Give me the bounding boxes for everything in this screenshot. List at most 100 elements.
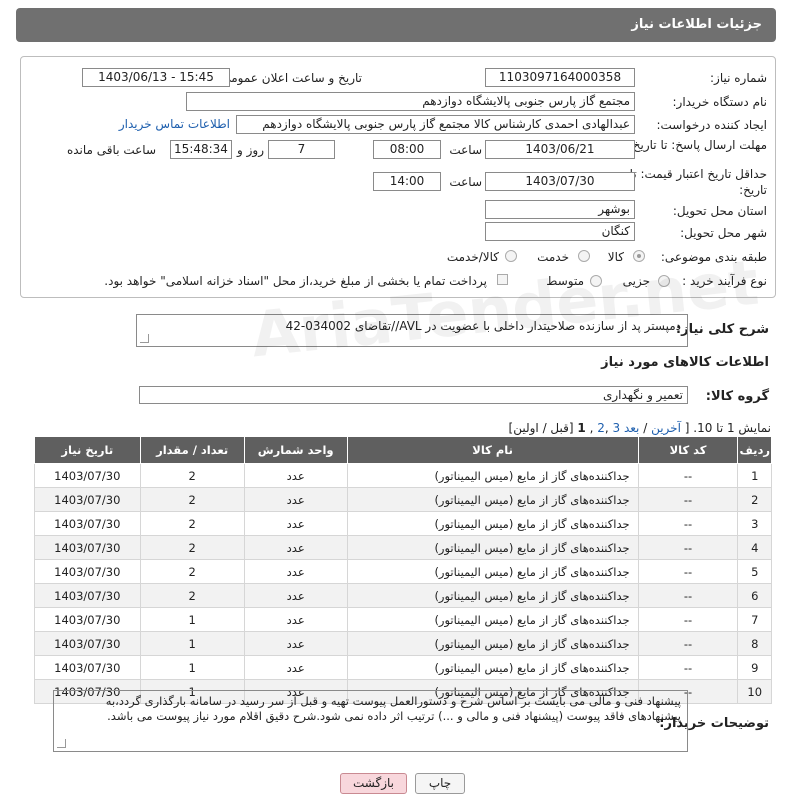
cell-qty: 2 (139, 463, 245, 488)
buyer-contact-link[interactable]: اطلاعات تماس خریدار (119, 117, 230, 131)
page-header: جزئیات اطلاعات نیاز (16, 8, 776, 42)
table-header-row: ردیف کد کالا نام کالا واحد شمارش تعداد /… (34, 436, 772, 464)
back-button[interactable]: بازگشت (340, 773, 407, 794)
cell-code: -- (637, 511, 739, 536)
resize-grip-icon[interactable] (57, 739, 66, 748)
category-service-label: خدمت (537, 250, 569, 264)
col-unit-header: واحد شمارش (243, 436, 348, 464)
announce-field: 1403/06/13 - 15:45 (82, 68, 230, 87)
cell-name: جداکننده‌های گاز از مایع (میس الیمیناتور… (346, 631, 639, 656)
table-row: 7 -- جداکننده‌های گاز از مایع (میس الیمینا… (34, 607, 772, 632)
cell-code: -- (637, 655, 739, 680)
validity-time-label: ساعت (449, 175, 482, 189)
cell-name: جداکننده‌های گاز از مایع (میس الیمیناتور… (346, 559, 639, 584)
cell-qty: 2 (139, 535, 245, 560)
col-date-header: تاریخ نیاز (34, 436, 141, 464)
cell-qty: 2 (139, 559, 245, 584)
pagination-last-link[interactable]: آخرین (651, 421, 681, 435)
cell-name: جداکننده‌های گاز از مایع (میس الیمیناتور… (346, 583, 639, 608)
description-text: دمپستر پد از سازنده صلاحیتدار داخلی با ع… (285, 319, 681, 333)
col-qty-header: تعداد / مقدار (139, 436, 245, 464)
cell-unit: عدد (243, 655, 348, 680)
cell-code: -- (637, 583, 739, 608)
buyer-org-field: مجتمع گاز پارس جنوبی پالایشگاه دوازدهم (186, 92, 635, 111)
process-label: نوع فرآیند خرید : (682, 274, 767, 288)
cell-unit: عدد (243, 583, 348, 608)
city-label: شهر محل تحویل: (680, 226, 767, 240)
category-service-radio[interactable] (578, 250, 590, 262)
goods-section-title: اطلاعات کالاهای مورد نیاز (601, 355, 769, 370)
deadline-label: مهلت ارسال پاسخ: تا تاریخ: (628, 138, 767, 152)
cell-row: 10 (737, 679, 772, 704)
cell-name: جداکننده‌های گاز از مایع (میس الیمیناتور… (346, 511, 639, 536)
category-goods-radio[interactable] (633, 250, 645, 262)
cell-qty: 2 (139, 487, 245, 512)
pagination-next-link[interactable]: بعد (624, 421, 639, 435)
table-row: 5 -- جداکننده‌های گاز از مایع (میس الیمینا… (34, 559, 772, 584)
process-medium-radio[interactable] (590, 275, 602, 287)
cell-row: 7 (737, 607, 772, 632)
deadline-date-field: 1403/06/21 (485, 140, 635, 159)
cell-code: -- (637, 463, 739, 488)
days-label: روز و (237, 143, 264, 157)
cell-date: 1403/07/30 (34, 655, 141, 680)
cell-date: 1403/07/30 (34, 511, 141, 536)
cell-unit: عدد (243, 463, 348, 488)
cell-date: 1403/07/30 (34, 583, 141, 608)
pagination: نمایش 1 تا 10. [ آخرین / بعد 3 ,2 , 1 [ق… (508, 421, 771, 435)
remaining-label: ساعت باقی مانده (66, 143, 156, 157)
goods-group-label: گروه کالا: (705, 389, 769, 404)
goods-table: ردیف کد کالا نام کالا واحد شمارش تعداد /… (34, 436, 772, 704)
col-code-header: کد کالا (637, 436, 739, 464)
cell-unit: عدد (243, 559, 348, 584)
cell-date: 1403/07/30 (34, 535, 141, 560)
table-row: 4 -- جداکننده‌های گاز از مایع (میس الیمینا… (34, 535, 772, 560)
cell-row: 3 (737, 511, 772, 536)
cell-row: 2 (737, 487, 772, 512)
description-label: شرح کلی نیاز: (675, 322, 769, 337)
process-partial-radio[interactable] (658, 275, 670, 287)
treasury-payment-checkbox[interactable] (497, 274, 508, 285)
validity-date-field: 1403/07/30 (485, 172, 635, 191)
cell-unit: عدد (243, 487, 348, 512)
buyer-notes-text: پیشنهاد فنی و مالی می بایست بر اساس شرح … (105, 694, 681, 723)
table-row: 3 -- جداکننده‌های گاز از مایع (میس الیمینا… (34, 511, 772, 536)
cell-name: جداکننده‌های گاز از مایع (میس الیمیناتور… (346, 463, 639, 488)
cell-code: -- (637, 487, 739, 512)
process-partial-label: جزیی (622, 274, 650, 288)
pagination-tail: [قبل / اولین] (508, 421, 574, 435)
table-row: 9 -- جداکننده‌های گاز از مایع (میس الیمینا… (34, 655, 772, 680)
city-field: کنگان (485, 222, 635, 241)
cell-qty: 1 (139, 631, 245, 656)
cell-name: جداکننده‌های گاز از مایع (میس الیمیناتور… (346, 535, 639, 560)
cell-qty: 1 (139, 607, 245, 632)
cell-code: -- (637, 607, 739, 632)
cell-unit: عدد (243, 607, 348, 632)
cell-date: 1403/07/30 (34, 607, 141, 632)
print-button[interactable]: چاپ (415, 773, 465, 794)
table-row: 1 -- جداکننده‌های گاز از مایع (میس الیمینا… (34, 463, 772, 488)
need-number-label: شماره نیاز: (710, 71, 767, 85)
pagination-prefix: نمایش 1 تا 10. [ (684, 421, 771, 435)
cell-unit: عدد (243, 535, 348, 560)
cell-name: جداکننده‌های گاز از مایع (میس الیمیناتور… (346, 487, 639, 512)
category-goods-service-label: کالا/خدمت (446, 250, 499, 264)
col-row-header: ردیف (737, 436, 772, 464)
table-row: 6 -- جداکننده‌های گاز از مایع (میس الیمینا… (34, 583, 772, 608)
buyer-notes-field: پیشنهاد فنی و مالی می بایست بر اساس شرح … (53, 690, 688, 752)
pagination-page3-link[interactable]: 3 (612, 421, 620, 435)
cell-date: 1403/07/30 (34, 463, 141, 488)
pagination-page2-link[interactable]: 2 (597, 421, 605, 435)
cell-date: 1403/07/30 (34, 487, 141, 512)
validity-label: حداقل تاریخ اعتبار قیمت: تا تاریخ: (629, 167, 767, 197)
cell-code: -- (637, 535, 739, 560)
cell-row: 6 (737, 583, 772, 608)
resize-grip-icon[interactable] (140, 334, 149, 343)
cell-date: 1403/07/30 (34, 631, 141, 656)
cell-unit: عدد (243, 631, 348, 656)
announce-label: تاریخ و ساعت اعلان عمومی: (217, 71, 362, 85)
col-name-header: نام کالا (346, 436, 639, 464)
days-field: 7 (268, 140, 335, 159)
category-goods-service-radio[interactable] (505, 250, 517, 262)
cell-qty: 1 (139, 655, 245, 680)
